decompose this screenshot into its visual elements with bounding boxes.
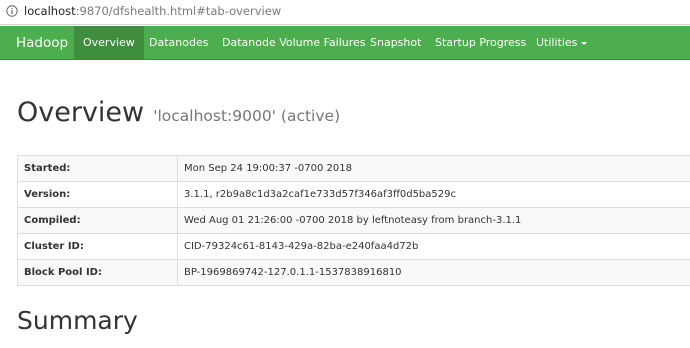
nav-tab-overview[interactable]: Overview [74,26,144,59]
nav-tab-startup-progress[interactable]: Startup Progress [435,26,526,59]
nav-tab-datanode-volume-failures[interactable]: Datanode Volume Failures [222,26,366,59]
row-label: Cluster ID: [17,233,178,260]
nav-dropdown-utilities-label: Utilities [536,36,578,49]
url-host: localhost [24,4,76,18]
page-title: Overview [17,97,145,128]
row-value: BP-1969869742-127.0.1.1-1537838916810 [177,259,690,286]
caret-down-icon [581,41,588,45]
table-row: Compiled: Wed Aug 01 21:26:00 -0700 2018… [17,207,690,234]
browser-address-bar[interactable]: localhost:9870/dfshealth.html#tab-overvi… [0,0,690,25]
brand-logo-text[interactable]: Hadoop [16,35,68,51]
overview-info-table: Started: Mon Sep 24 19:00:37 -0700 2018 … [17,155,690,286]
nav-tab-datanodes[interactable]: Datanodes [149,26,208,59]
info-icon[interactable] [6,5,18,17]
row-label: Compiled: [17,207,178,234]
row-label: Block Pool ID: [17,259,178,286]
row-value: Mon Sep 24 19:00:37 -0700 2018 [177,155,690,182]
table-row: Version: 3.1.1, r2b9a8c1d3a2caf1e733d57f… [17,181,690,208]
row-value: CID-79324c61-8143-429a-82ba-e240faa4d72b [177,233,690,260]
table-row: Started: Mon Sep 24 19:00:37 -0700 2018 [17,155,690,182]
row-label: Started: [17,155,178,182]
summary-heading: Summary [17,306,138,335]
url-text[interactable]: localhost:9870/dfshealth.html#tab-overvi… [24,4,281,18]
top-navbar: Hadoop Overview Datanodes Datanode Volum… [0,26,690,60]
row-label: Version: [17,181,178,208]
nav-tab-snapshot[interactable]: Snapshot [370,26,421,59]
table-row: Block Pool ID: BP-1969869742-127.0.1.1-1… [17,259,690,286]
table-row: Cluster ID: CID-79324c61-8143-429a-82ba-… [17,233,690,260]
nav-dropdown-utilities[interactable]: Utilities [536,26,588,59]
url-path: :9870/dfshealth.html#tab-overview [75,4,282,18]
page-header: Overview 'localhost:9000' (active) [17,97,340,128]
row-value: Wed Aug 01 21:26:00 -0700 2018 by leftno… [177,207,690,234]
row-value: 3.1.1, r2b9a8c1d3a2caf1e733d57f346af3ff0… [177,181,690,208]
page-subtitle: 'localhost:9000' (active) [153,107,341,125]
